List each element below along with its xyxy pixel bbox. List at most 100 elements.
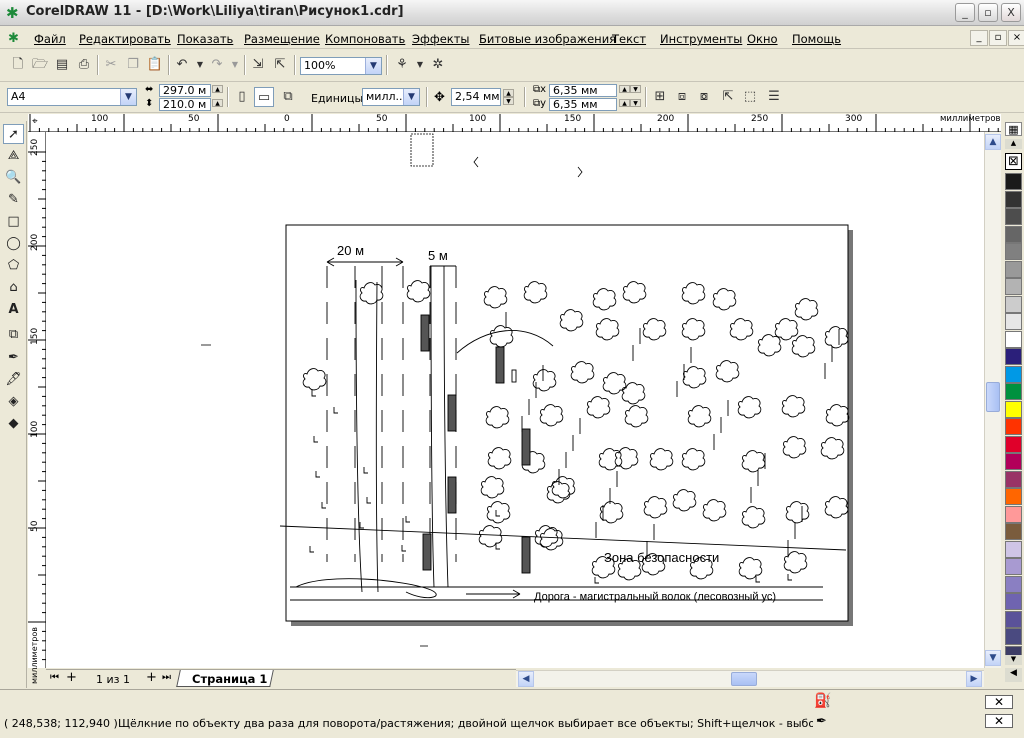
color-swatch[interactable]: [1005, 278, 1022, 295]
grid-object[interactable]: [410, 133, 434, 167]
options-icon[interactable]: ☰: [764, 87, 784, 107]
menu-layout[interactable]: Размещение: [244, 32, 320, 46]
safety-zone-label[interactable]: Зона безопасности: [604, 550, 719, 565]
color-swatch[interactable]: [1005, 190, 1022, 208]
color-swatch[interactable]: [1005, 575, 1022, 593]
bracket-right[interactable]: [577, 166, 583, 178]
pick-tool-icon[interactable]: ➚: [3, 124, 24, 144]
page-height-field[interactable]: 210.0 м: [159, 98, 211, 111]
scroll-right-icon[interactable]: ▶: [966, 671, 982, 687]
color-swatch[interactable]: [1005, 208, 1022, 225]
chevron-down-icon[interactable]: ▼: [403, 89, 419, 105]
palette-menu-icon[interactable]: ▦: [1005, 122, 1022, 136]
paper-size-select[interactable]: A4 ▼: [7, 88, 137, 106]
redo-icon[interactable]: ↷: [207, 55, 227, 75]
nudge-spin-down[interactable]: ▼: [503, 97, 514, 105]
first-page-icon[interactable]: ⏮: [50, 672, 59, 683]
color-swatch[interactable]: [1005, 330, 1022, 348]
open-icon[interactable]: 🗁: [30, 55, 50, 75]
color-swatch[interactable]: [1005, 488, 1022, 505]
units-select[interactable]: милл... ▼: [362, 88, 420, 106]
print-icon[interactable]: ⎙: [74, 55, 94, 75]
scroll-up-icon[interactable]: ▲: [985, 134, 1001, 150]
import-icon[interactable]: ⇲: [248, 55, 268, 75]
chevron-down-icon[interactable]: ▼: [365, 58, 381, 74]
menu-tools[interactable]: Инструменты: [660, 32, 742, 46]
snap-guidelines-icon[interactable]: ⧈: [672, 87, 692, 107]
color-swatch[interactable]: [1005, 523, 1022, 540]
outline-pen-icon[interactable]: ✒: [816, 714, 827, 729]
dimension-5m-label[interactable]: 5 м: [428, 248, 448, 263]
color-swatch[interactable]: [1005, 260, 1022, 278]
color-swatch[interactable]: [1005, 348, 1022, 365]
menu-arrange[interactable]: Компоновать: [325, 32, 405, 46]
palette-scroll-down-icon[interactable]: ▼: [1005, 655, 1022, 665]
color-swatch[interactable]: [1005, 365, 1022, 383]
paste-icon[interactable]: 📋: [145, 55, 165, 75]
menu-text[interactable]: Текст: [612, 32, 646, 46]
no-color-swatch[interactable]: ⊠: [1005, 153, 1022, 170]
undo-icon[interactable]: ↶: [172, 55, 192, 75]
color-swatch[interactable]: [1005, 295, 1022, 313]
hscroll-thumb[interactable]: [731, 672, 757, 686]
color-swatch[interactable]: [1005, 313, 1022, 330]
height-spin-up[interactable]: ▲: [212, 99, 223, 107]
cut-icon[interactable]: ✂: [101, 55, 121, 75]
ellipse-tool-icon[interactable]: ◯: [3, 234, 24, 254]
menu-bitmaps[interactable]: Битовые изображения: [479, 32, 616, 46]
doc-restore-button[interactable]: ▫: [989, 30, 1007, 46]
menu-file[interactable]: Файл: [34, 32, 66, 46]
color-swatch[interactable]: [1005, 470, 1022, 488]
dup-x-spin-down[interactable]: ▼: [630, 85, 641, 93]
menu-effects[interactable]: Эффекты: [412, 32, 470, 46]
treat-as-filled-icon[interactable]: ⬚: [740, 87, 760, 107]
basic-shapes-tool-icon[interactable]: ⌂: [3, 278, 24, 298]
tab-page-1-label[interactable]: Страница 1: [192, 672, 267, 686]
palette-scroll-up-icon[interactable]: ▲: [1005, 139, 1022, 149]
launcher-dropdown-icon[interactable]: ▼: [410, 55, 430, 75]
snap-grid-icon[interactable]: ⊞: [650, 87, 670, 107]
fill-tool-icon[interactable]: ◈: [3, 392, 24, 412]
color-swatch[interactable]: [1005, 628, 1022, 645]
vscroll-thumb[interactable]: [986, 382, 1000, 412]
horizontal-scrollbar[interactable]: ◀ ▶: [516, 670, 984, 687]
color-swatch[interactable]: [1005, 593, 1022, 610]
snap-objects-icon[interactable]: ⧇: [694, 87, 714, 107]
nudge-spin-up[interactable]: ▲: [503, 89, 514, 97]
polygon-tool-icon[interactable]: ⬠: [3, 256, 24, 276]
text-tool-icon[interactable]: A: [3, 300, 24, 320]
nudge-field[interactable]: 2,54 мм: [451, 88, 501, 106]
add-page-after-icon[interactable]: +: [146, 670, 157, 685]
interactive-blend-tool-icon[interactable]: ⧉: [3, 325, 24, 345]
last-page-icon[interactable]: ⏭: [162, 672, 171, 683]
horizontal-ruler[interactable]: ⌖ 100 50 0 50 100 150 200 250 300 миллим…: [28, 114, 1001, 132]
app-launcher-icon[interactable]: ⚘: [392, 55, 412, 75]
chevron-down-icon[interactable]: ▼: [120, 89, 136, 105]
color-swatch[interactable]: [1005, 173, 1022, 190]
color-swatch[interactable]: [1005, 505, 1022, 523]
menu-window[interactable]: Окно: [747, 32, 778, 46]
add-page-before-icon[interactable]: +: [66, 670, 77, 685]
color-swatch[interactable]: [1005, 243, 1022, 260]
export-icon[interactable]: ⇱: [270, 55, 290, 75]
new-icon[interactable]: 🗋: [8, 55, 28, 75]
dup-x-spin-up[interactable]: ▲: [619, 85, 630, 93]
outline-none-swatch[interactable]: ✕: [985, 714, 1013, 728]
save-icon[interactable]: ▤: [52, 55, 72, 75]
scroll-down-icon[interactable]: ▼: [985, 650, 1001, 666]
road-label[interactable]: Дорога - магистральный волок (лесовозный…: [534, 591, 776, 603]
duplicate-x-field[interactable]: 6,35 мм: [549, 84, 617, 97]
rectangle-tool-icon[interactable]: □: [3, 212, 24, 232]
palette-expand-icon[interactable]: ◀: [1005, 668, 1022, 682]
menu-edit[interactable]: Редактировать: [79, 32, 171, 46]
color-swatch[interactable]: [1005, 400, 1022, 418]
zoom-select[interactable]: 100% ▼: [300, 57, 382, 75]
redo-dropdown-icon[interactable]: ▼: [225, 55, 245, 75]
landscape-icon[interactable]: ▭: [254, 87, 274, 107]
page-frame[interactable]: [285, 224, 849, 622]
maximize-button[interactable]: ▫: [978, 3, 998, 22]
vertical-ruler[interactable]: 250 200 150 100 50 миллиметров: [28, 132, 46, 684]
doc-minimize-button[interactable]: _: [970, 30, 988, 46]
close-button[interactable]: X: [1001, 3, 1021, 22]
color-swatch[interactable]: [1005, 610, 1022, 628]
